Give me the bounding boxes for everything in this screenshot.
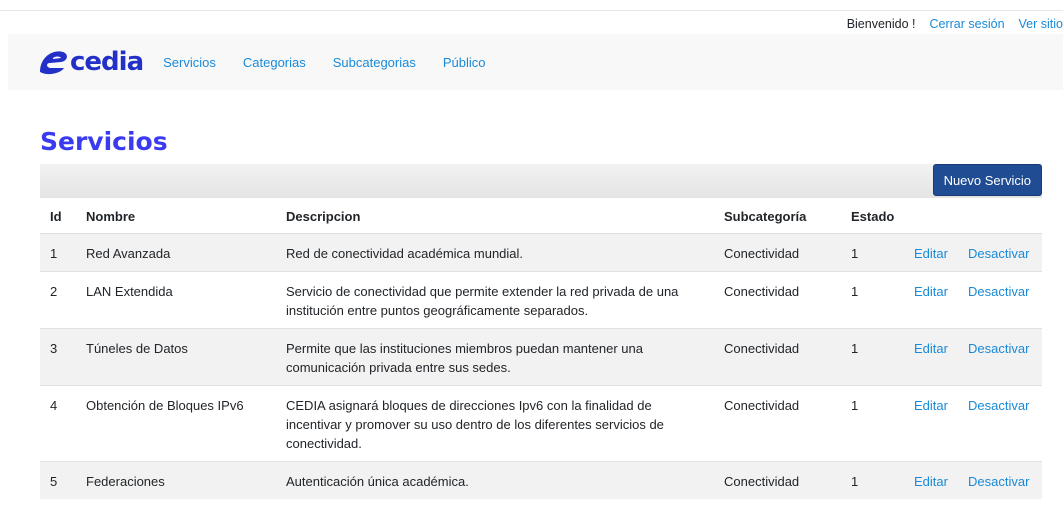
cell-id: 5 [40,461,76,499]
cell-nombre: LAN Extendida [76,271,276,329]
edit-link[interactable]: Editar [904,271,958,329]
cell-descripcion: Permite que las instituciones miembros p… [276,328,714,386]
cell-descripcion: Servicio de conectividad que permite ext… [276,271,714,329]
nav-link-subcategorias[interactable]: Subcategorias [333,55,416,70]
cell-subcategoria: Conectividad [714,385,841,462]
table-row: 5 Federaciones Autenticación única acadé… [40,461,1042,499]
cell-id: 2 [40,271,76,329]
deactivate-link[interactable]: Desactivar [958,461,1042,499]
cell-nombre: Túneles de Datos [76,328,276,386]
logo-text: cedia [70,47,144,77]
table-toolbar: Nuevo Servicio [40,164,1042,198]
deactivate-link[interactable]: Desactivar [958,271,1042,329]
col-header-estado: Estado [841,199,904,234]
cell-estado: 1 [841,328,904,386]
table-row: 3 Túneles de Datos Permite que las insti… [40,328,1042,386]
table-row: 2 LAN Extendida Servicio de conectividad… [40,271,1042,329]
edit-link[interactable]: Editar [904,233,958,272]
col-header-subcategoria: Subcategoría [714,199,841,234]
top-divider [0,10,1063,11]
page-title: Servicios [40,127,168,156]
cell-subcategoria: Conectividad [714,233,841,272]
col-header-id: Id [40,199,76,234]
cell-id: 1 [40,233,76,272]
col-header-edit [904,199,958,234]
cell-estado: 1 [841,233,904,272]
cell-descripcion: CEDIA asignará bloques de direcciones Ip… [276,385,714,462]
edit-link[interactable]: Editar [904,328,958,386]
logout-link[interactable]: Cerrar sesión [930,17,1005,33]
cell-estado: 1 [841,271,904,329]
col-header-descripcion: Descripcion [276,199,714,234]
cedia-logo-icon [40,51,67,75]
nav-link-publico[interactable]: Público [443,55,486,70]
services-table: Id Nombre Descripcion Subcategoría Estad… [40,199,1042,499]
cell-estado: 1 [841,461,904,499]
table-header-row: Id Nombre Descripcion Subcategoría Estad… [40,199,1042,234]
navbar: cedia Servicios Categorias Subcategorias… [8,34,1063,90]
col-header-nombre: Nombre [76,199,276,234]
cell-nombre: Red Avanzada [76,233,276,272]
cell-descripcion: Autenticación única académica. [276,461,714,499]
cell-nombre: Obtención de Bloques IPv6 [76,385,276,462]
deactivate-link[interactable]: Desactivar [958,233,1042,272]
cell-subcategoria: Conectividad [714,328,841,386]
cell-subcategoria: Conectividad [714,271,841,329]
col-header-deactivate [958,199,1042,234]
new-service-button[interactable]: Nuevo Servicio [932,164,1042,196]
nav-link-categorias[interactable]: Categorias [243,55,306,70]
edit-link[interactable]: Editar [904,461,958,499]
table-row: 4 Obtención de Bloques IPv6 CEDIA asigna… [40,385,1042,462]
user-bar: Bienvenido ! Cerrar sesión Ver sitio [847,17,1063,33]
cell-estado: 1 [841,385,904,462]
view-site-link[interactable]: Ver sitio [1019,17,1063,33]
deactivate-link[interactable]: Desactivar [958,328,1042,386]
cell-nombre: Federaciones [76,461,276,499]
cell-subcategoria: Conectividad [714,461,841,499]
edit-link[interactable]: Editar [904,385,958,462]
nav-link-servicios[interactable]: Servicios [163,55,216,70]
deactivate-link[interactable]: Desactivar [958,385,1042,462]
cell-id: 3 [40,328,76,386]
cell-id: 4 [40,385,76,462]
table-row: 1 Red Avanzada Red de conectividad acadé… [40,233,1042,272]
welcome-text: Bienvenido ! [846,17,916,31]
cedia-logo[interactable]: cedia [36,47,144,77]
cell-descripcion: Red de conectividad académica mundial. [276,233,714,272]
